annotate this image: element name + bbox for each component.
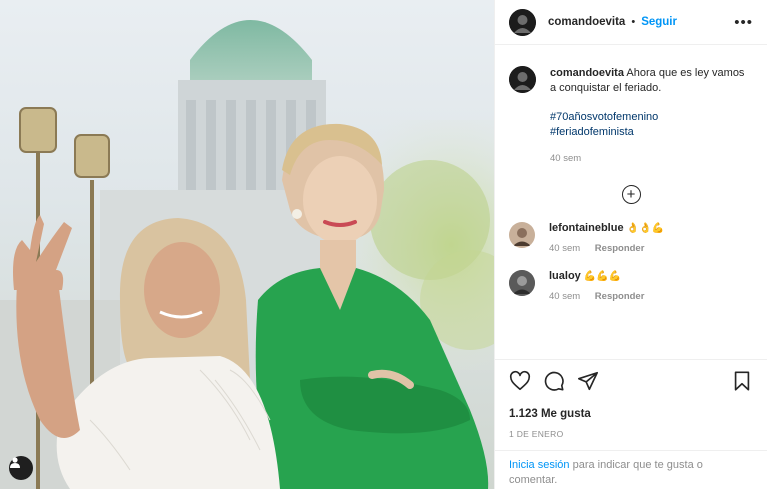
caption-username[interactable]: comandoevita [550,67,624,79]
share-icon[interactable] [577,370,599,392]
post-header: comandoevita • Seguir ••• [495,0,767,45]
action-icons [509,360,753,402]
user-tag-button[interactable] [9,456,33,480]
profile-picture-icon [509,66,536,93]
post-actions: 1.123 Me gusta 1 DE ENERO [495,359,767,439]
comment-body: lefontaineblue 👌👌💪 40 sem Responder [549,222,753,254]
profile-picture-icon [509,222,535,248]
author-username[interactable]: comandoevita [548,16,625,28]
post-photo[interactable] [0,0,494,489]
post-side-panel: comandoevita • Seguir ••• comandoevita A… [494,0,767,489]
reply-button[interactable]: Responder [595,243,645,254]
caption-avatar[interactable] [509,66,536,93]
post-date: 1 DE ENERO [509,429,564,439]
profile-picture-icon [509,270,535,296]
load-more-comments-button[interactable]: + [509,185,753,204]
caption-time: 40 sem [550,153,582,164]
comment-time: 40 sem [549,291,581,302]
hashtag-link[interactable]: #feriadofeminista [550,125,753,140]
hashtag-link[interactable]: #70añosvotofemenino [550,110,753,125]
bookmark-icon[interactable] [731,370,753,392]
comment-body: lualoy 💪💪💪 40 sem Responder [549,270,753,302]
more-options-icon[interactable]: ••• [734,14,753,31]
comment-meta: 40 sem Responder [549,291,753,302]
commenter-avatar[interactable] [509,222,535,248]
comments-list[interactable]: comandoevita Ahora que es ley vamos a co… [495,46,767,358]
photo-illustration [0,20,494,489]
comment-text: 💪💪💪 [583,271,622,282]
reply-button[interactable]: Responder [595,291,645,302]
likes-count[interactable]: 1.123 Me gusta [509,408,753,420]
separator-dot: • [631,16,636,28]
comment-meta: 40 sem Responder [549,243,753,254]
heart-icon[interactable] [509,370,531,392]
commenter-username[interactable]: lefontaineblue [549,222,624,234]
commenter-avatar[interactable] [509,270,535,296]
profile-picture-icon [509,8,536,36]
comment-item: lefontaineblue 👌👌💪 40 sem Responder [509,222,753,254]
comment-icon[interactable] [543,370,565,392]
comment-time: 40 sem [549,243,581,254]
login-link[interactable]: Inicia sesión [509,459,570,471]
user-icon [10,457,20,468]
avatar[interactable] [509,8,536,36]
commenter-username[interactable]: lualoy [549,270,581,282]
comment-item: lualoy 💪💪💪 40 sem Responder [509,270,753,302]
follow-button[interactable]: Seguir [641,16,677,28]
comment-text: 👌👌💪 [626,223,664,234]
caption-body: comandoevita Ahora que es ley vamos a co… [550,66,753,166]
plus-circle-icon: + [621,185,641,204]
login-prompt: Inicia sesión para indicar que te gusta … [495,450,767,488]
caption: comandoevita Ahora que es ley vamos a co… [509,66,753,166]
